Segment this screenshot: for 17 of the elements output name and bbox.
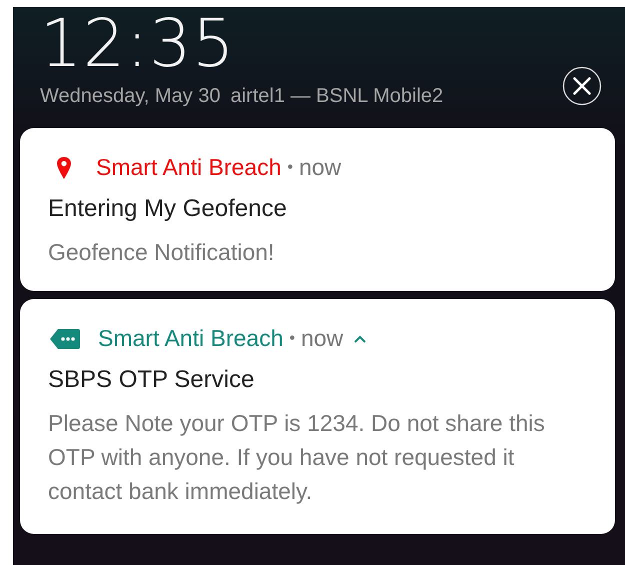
close-icon[interactable]: [562, 66, 602, 106]
separator-dot: •: [287, 158, 293, 176]
separator-dot: •: [289, 330, 295, 348]
caret-icon[interactable]: [353, 334, 368, 344]
notification-body: Please Note your OTP is 1234. Do not share this OTP with anyone. If you have not requested it contact bank immediately.: [48, 409, 546, 506]
notification-card[interactable]: Smart Anti Breach • now Entering My Geofence Geofence Notification!: [20, 128, 615, 291]
time-text: now: [300, 325, 344, 352]
app-name: Smart Anti Breach: [96, 154, 282, 181]
time-text: now: [298, 154, 342, 181]
clock-time: 12:35: [40, 11, 236, 77]
notification-title: SBPS OTP Service: [48, 366, 256, 394]
app-name: Smart Anti Breach: [98, 325, 284, 352]
notification-title: Entering My Geofence: [48, 195, 288, 223]
carrier-text: airtel1 — BSNL Mobile2: [230, 85, 444, 108]
notification-body: Geofence Notification!: [48, 238, 276, 267]
date-text: Wednesday, May 30: [40, 85, 220, 108]
notification-card[interactable]: Smart Anti Breach • now SBPS OTP Service Please Note your OTP is 1234. Do not share this OTP with anyone. If you have not requested it contact bank immediately.: [20, 299, 615, 534]
